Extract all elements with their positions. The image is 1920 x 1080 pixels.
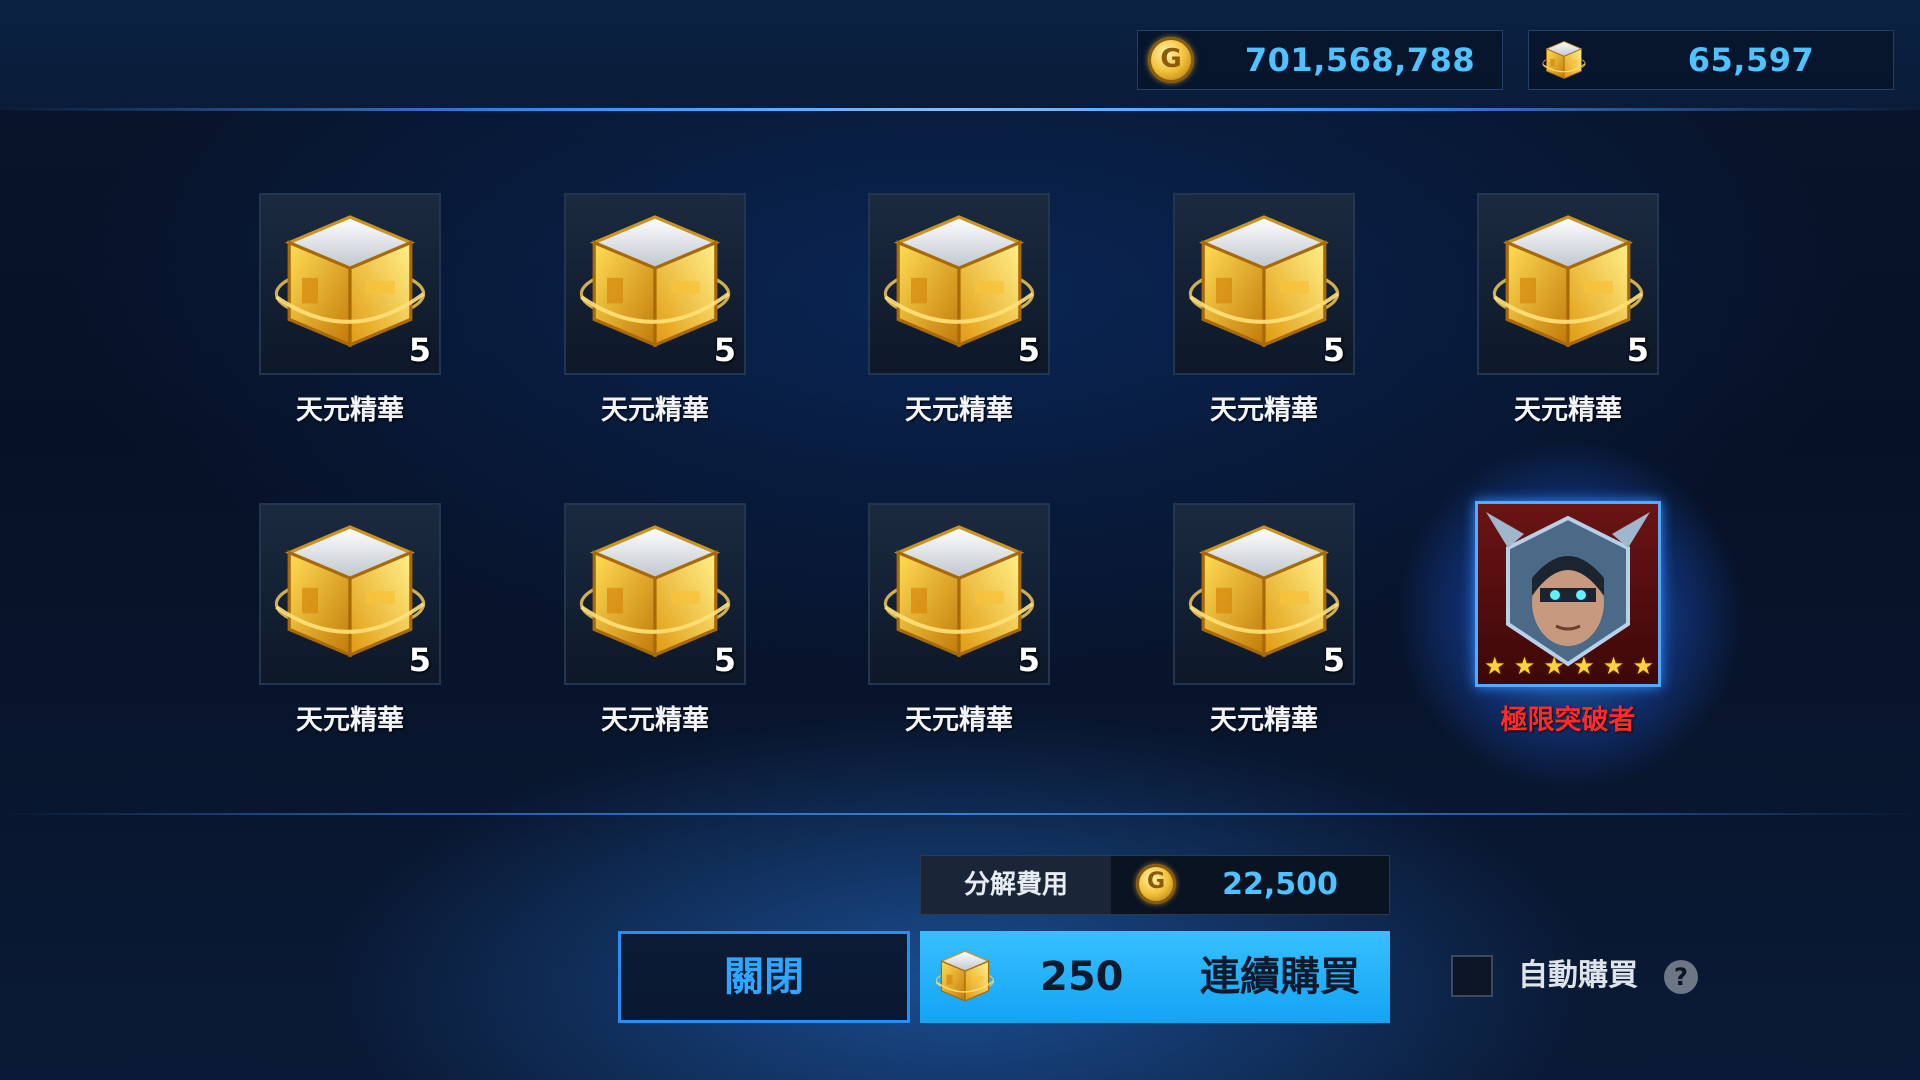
item-quantity: 5 — [408, 331, 431, 369]
reward-item[interactable]: 5 天元精華 — [864, 193, 1054, 433]
hero-name: 極限突破者 — [1500, 705, 1636, 736]
auto-buy-checkbox[interactable] — [1451, 955, 1493, 997]
reward-item[interactable]: 5 天元精華 — [1169, 193, 1359, 433]
item-quantity: 5 — [713, 641, 736, 679]
buy-price: 250 — [1040, 954, 1124, 1000]
reward-item[interactable]: 5 天元精華 — [255, 503, 445, 743]
item-name: 天元精華 — [905, 705, 1013, 736]
item-slot[interactable]: 5 — [1173, 193, 1355, 375]
item-name: 天元精華 — [296, 705, 404, 736]
auto-buy-label: 自動購買 — [1518, 958, 1638, 993]
essence-cube-icon — [575, 201, 735, 361]
item-quantity: 5 — [1322, 331, 1345, 369]
star-icon: ★ — [1543, 652, 1565, 680]
item-quantity: 5 — [408, 641, 431, 679]
gold-coin-icon: G — [1136, 864, 1176, 904]
decompose-fee-value: 22,500 — [1222, 867, 1338, 902]
cube-currency-display: 65,597 — [1528, 30, 1894, 90]
reward-item[interactable]: 5 天元精華 — [560, 503, 750, 743]
essence-cube-icon — [270, 201, 430, 361]
gold-amount: 701,568,788 — [1244, 41, 1476, 79]
star-icon: ★ — [1602, 652, 1625, 680]
close-button[interactable]: 關閉 — [618, 931, 910, 1023]
essence-cube-icon — [934, 945, 996, 1007]
item-quantity: 5 — [1322, 641, 1345, 679]
item-slot[interactable]: 5 — [1173, 503, 1355, 685]
star-icon: ★ — [1573, 652, 1595, 680]
decompose-fee-panel: 分解費用 G 22,500 — [920, 855, 1390, 915]
item-name: 天元精華 — [1210, 705, 1318, 736]
essence-cube-icon — [879, 201, 1039, 361]
decompose-fee-label: 分解費用 — [921, 856, 1111, 914]
item-slot[interactable]: 5 — [564, 193, 746, 375]
essence-cube-icon — [1541, 37, 1587, 83]
essence-cube-icon — [1184, 201, 1344, 361]
item-name: 天元精華 — [1514, 395, 1622, 426]
hero-reward-item[interactable]: ★ ★ ★ ★ ★ ★ 極限突破者 — [1473, 501, 1663, 741]
coin-glyph: G — [1146, 869, 1166, 894]
gold-coin-icon: G — [1148, 37, 1194, 83]
cube-amount: 65,597 — [1687, 41, 1815, 79]
item-slot[interactable]: 5 — [259, 503, 441, 685]
item-name: 天元精華 — [601, 705, 709, 736]
grid-bottom-divider — [0, 813, 1920, 815]
item-quantity: 5 — [713, 331, 736, 369]
item-slot[interactable]: 5 — [868, 193, 1050, 375]
continuous-buy-label: 連續購買 — [1200, 954, 1360, 1000]
reward-item[interactable]: 5 天元精華 — [1169, 503, 1359, 743]
item-name: 天元精華 — [296, 395, 404, 426]
coin-glyph: G — [1160, 44, 1182, 74]
essence-cube-icon — [1184, 511, 1344, 671]
gold-currency-display: G 701,568,788 — [1137, 30, 1503, 90]
item-slot[interactable]: 5 — [564, 503, 746, 685]
item-quantity: 5 — [1017, 331, 1040, 369]
item-name: 天元精華 — [1210, 395, 1318, 426]
essence-cube-icon — [575, 511, 735, 671]
essence-cube-icon — [270, 511, 430, 671]
essence-cube-icon — [1488, 201, 1648, 361]
item-slot[interactable]: 5 — [868, 503, 1050, 685]
reward-item[interactable]: 5 天元精華 — [255, 193, 445, 433]
star-icon: ★ — [1484, 652, 1506, 680]
reward-item[interactable]: 5 天元精華 — [560, 193, 750, 433]
continuous-buy-button[interactable]: 250 連續購買 — [920, 931, 1390, 1023]
item-name: 天元精華 — [905, 395, 1013, 426]
star-icon: ★ — [1513, 652, 1536, 680]
star-icon: ★ — [1632, 652, 1654, 680]
reward-item[interactable]: 5 天元精華 — [1473, 193, 1663, 433]
essence-cube-icon — [879, 511, 1039, 671]
item-quantity: 5 — [1017, 641, 1040, 679]
reward-item[interactable]: 5 天元精華 — [864, 503, 1054, 743]
hero-slot[interactable]: ★ ★ ★ ★ ★ ★ — [1475, 501, 1661, 687]
item-quantity: 5 — [1626, 331, 1649, 369]
item-slot[interactable]: 5 — [1477, 193, 1659, 375]
help-icon[interactable]: ? — [1664, 960, 1698, 994]
item-name: 天元精華 — [601, 395, 709, 426]
top-bar-divider — [0, 108, 1920, 111]
hero-star-rating: ★ ★ ★ ★ ★ ★ — [1484, 652, 1654, 680]
item-slot[interactable]: 5 — [259, 193, 441, 375]
